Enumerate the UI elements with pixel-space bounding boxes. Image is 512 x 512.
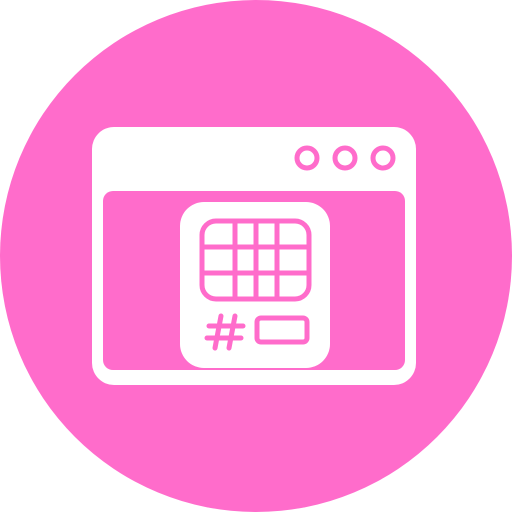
browser-window-with-chip-card-icon xyxy=(0,0,512,512)
icon-stage xyxy=(0,0,512,512)
